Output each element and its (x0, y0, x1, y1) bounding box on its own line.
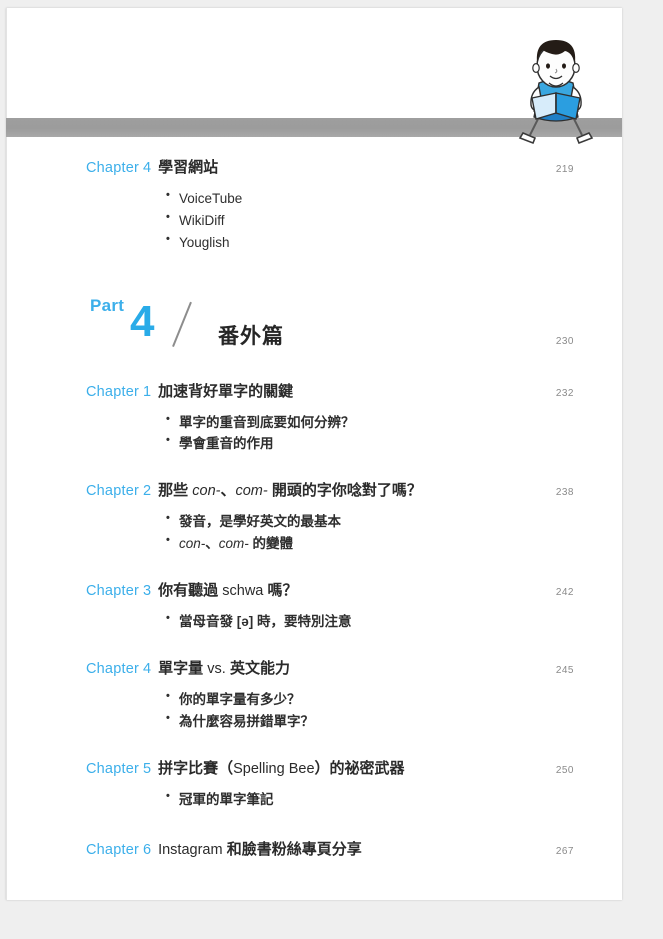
list-item: 學會重音的作用 (166, 432, 622, 455)
chapter-bullet-list: 冠軍的單字筆記 (6, 788, 622, 811)
chapter-title: 那些 con-、com- 開頭的字你唸對了嗎？ (158, 482, 422, 500)
chapter-number: 4 (143, 660, 152, 677)
toc-entry-chapter[interactable]: Chapter 4 學習網站 219 VoiceTube WikiDiff Yo… (6, 158, 622, 254)
chapter-number: 1 (143, 383, 152, 400)
page-number: 238 (555, 487, 574, 499)
chapter-label: Chapter (86, 160, 139, 176)
chapter-bullet-list: 發音，是學好英文的最基本 con-、com- 的變體 (6, 510, 622, 555)
chapter-label: Chapter (86, 760, 139, 777)
chapter-bullet-list: 你的單字量有多少？ 為什麼容易拼錯單字？ (6, 688, 622, 733)
list-item: Youglish (166, 231, 622, 254)
chapter-heading[interactable]: Chapter 6 Instagram 和臉書粉絲專頁分享 267 (6, 840, 622, 866)
list-item: 單字的重音到底要如何分辨？ (166, 411, 622, 434)
chapter-label: Chapter (86, 583, 139, 600)
chapter-heading[interactable]: Chapter 3 你有聽過 schwa 嗎？ 242 (6, 581, 622, 607)
chapter-title: Instagram 和臉書粉絲專頁分享 (158, 841, 362, 859)
list-item: VoiceTube (166, 187, 622, 210)
book-page: Chapter 4 學習網站 219 VoiceTube WikiDiff Yo… (6, 8, 622, 900)
chapter-label: Chapter (86, 842, 139, 859)
part-label: Part (90, 295, 125, 315)
part-number: 4 (130, 296, 155, 346)
chapter-label: Chapter (86, 383, 139, 400)
page-number: 219 (555, 164, 574, 175)
slash-divider-icon (174, 302, 208, 348)
bullet-text: Youglish (179, 234, 230, 250)
bullet-text: 為什麼容易拼錯單字？ (179, 713, 314, 729)
chapter-number: 3 (143, 583, 152, 600)
chapter-heading[interactable]: Chapter 4 單字量 vs. 英文能力 245 (6, 659, 622, 685)
chapter-bullet-list: 當母音發 [ə] 時，要特別注意 (6, 610, 622, 633)
bullet-text: 當母音發 [ə] 時，要特別注意 (179, 614, 352, 630)
page-number: 250 (555, 764, 574, 776)
chapter-title: 你有聽過 schwa 嗎？ (158, 582, 298, 600)
chapter-title: 加速背好單字的關鍵 (158, 382, 294, 400)
bullet-text: 發音，是學好英文的最基本 (179, 514, 341, 530)
chapter-bullet-list: VoiceTube WikiDiff Youglish (6, 187, 622, 254)
list-item: 你的單字量有多少？ (166, 688, 622, 711)
page-number: 245 (555, 664, 574, 676)
list-item: 為什麼容易拼錯單字？ (166, 710, 622, 733)
bullet-text: VoiceTube (179, 191, 243, 206)
toc-entry-chapter[interactable]: Chapter 3 你有聽過 schwa 嗎？ 242 當母音發 [ə] 時，要… (6, 581, 622, 633)
bullet-text: WikiDiff (179, 212, 225, 228)
chapter-label: Chapter (86, 660, 139, 677)
chapter-heading[interactable]: Chapter 4 學習網站 219 (6, 158, 622, 184)
page-number: 267 (555, 846, 574, 858)
chapter-number: 6 (143, 842, 152, 859)
toc-entry-chapter[interactable]: Chapter 5 拼字比賽（Spelling Bee）的祕密武器 250 冠軍… (6, 759, 622, 811)
chapter-title: 單字量 vs. 英文能力 (158, 659, 290, 677)
chapter-number: 2 (143, 483, 152, 500)
page-number: 242 (555, 587, 574, 599)
chapter-title: 拼字比賽（Spelling Bee）的祕密武器 (158, 759, 405, 777)
chapter-title: 學習網站 (158, 159, 219, 176)
chapter-number: 4 (143, 160, 152, 176)
bullet-text: 學會重音的作用 (179, 436, 274, 452)
toc-entry-chapter[interactable]: Chapter 4 單字量 vs. 英文能力 245 你的單字量有多少？ 為什麼… (6, 659, 622, 733)
chapter-bullet-list: 單字的重音到底要如何分辨？ 學會重音的作用 (6, 411, 622, 456)
page-number: 230 (555, 335, 574, 347)
list-item: 當母音發 [ə] 時，要特別注意 (166, 610, 622, 633)
list-item: WikiDiff (166, 209, 622, 232)
boy-reading-book-illustration (506, 35, 606, 145)
list-item: 冠軍的單字筆記 (166, 788, 622, 811)
bullet-text: 單字的重音到底要如何分辨？ (179, 414, 355, 430)
table-of-contents: Chapter 4 學習網站 219 VoiceTube WikiDiff Yo… (6, 158, 622, 866)
chapter-heading[interactable]: Chapter 1 加速背好單字的關鍵 232 (6, 382, 622, 408)
part-title: 番外篇 (218, 324, 284, 348)
bullet-text: 你的單字量有多少？ (179, 691, 301, 707)
chapter-label: Chapter (86, 483, 139, 500)
toc-entry-chapter[interactable]: Chapter 6 Instagram 和臉書粉絲專頁分享 267 (6, 840, 622, 866)
chapter-heading[interactable]: Chapter 2 那些 con-、com- 開頭的字你唸對了嗎？ 238 (6, 481, 622, 507)
toc-entry-chapter[interactable]: Chapter 1 加速背好單字的關鍵 232 單字的重音到底要如何分辨？ 學會… (6, 382, 622, 456)
chapter-heading[interactable]: Chapter 5 拼字比賽（Spelling Bee）的祕密武器 250 (6, 759, 622, 785)
bullet-text: 冠軍的單字筆記 (179, 791, 274, 807)
list-item: 發音，是學好英文的最基本 (166, 510, 622, 533)
toc-entry-part[interactable]: Part 4 番外篇 230 (6, 296, 622, 362)
toc-entry-chapter[interactable]: Chapter 2 那些 con-、com- 開頭的字你唸對了嗎？ 238 發音… (6, 481, 622, 555)
list-item: con-、com- 的變體 (166, 532, 622, 555)
chapter-number: 5 (143, 760, 152, 777)
page-number: 232 (555, 387, 574, 399)
